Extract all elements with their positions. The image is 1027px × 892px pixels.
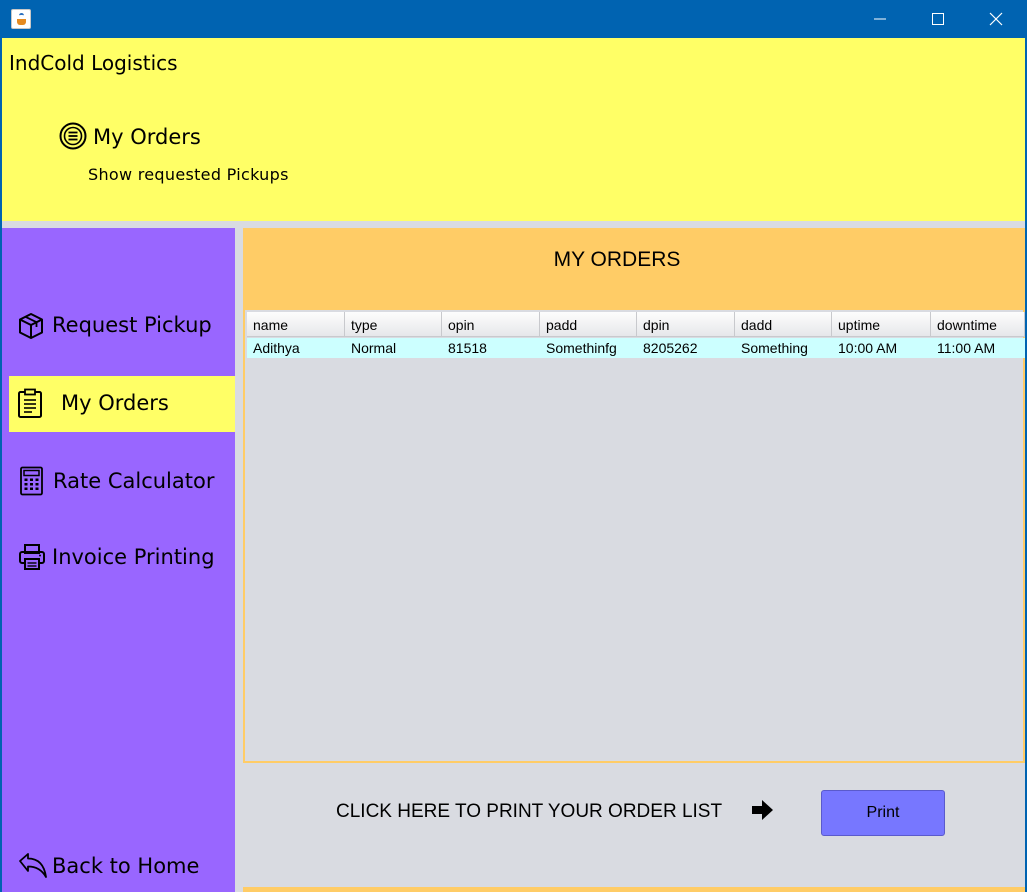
right-arrow-icon xyxy=(752,800,773,820)
table-cell: 10:00 AM xyxy=(838,340,898,356)
sidebar-item-rate-calculator[interactable]: Rate Calculator xyxy=(9,454,235,510)
java-app-icon[interactable] xyxy=(11,9,31,29)
app-name: IndCold Logistics xyxy=(9,51,178,75)
back-arrow-icon xyxy=(19,853,47,878)
table-cell: 8205262 xyxy=(643,340,698,356)
minimize-button[interactable] xyxy=(851,0,909,38)
clipboard-icon xyxy=(18,388,42,418)
bottom-accent-bar xyxy=(243,887,1025,892)
column-header-padd[interactable]: padd xyxy=(540,312,637,337)
divider xyxy=(2,221,1025,228)
panel-header: MY ORDERS xyxy=(243,228,1025,308)
column-header-dpin[interactable]: dpin xyxy=(637,312,735,337)
sidebar-item-my-orders[interactable]: My Orders xyxy=(9,376,235,432)
close-button[interactable] xyxy=(967,0,1025,38)
table-cell: 11:00 AM xyxy=(937,340,996,356)
table-cell: 81518 xyxy=(448,340,487,356)
column-header-name[interactable]: name xyxy=(247,312,345,337)
package-icon xyxy=(19,313,43,339)
page-title: MY ORDERS xyxy=(553,248,681,271)
maximize-icon xyxy=(932,13,944,25)
title-bar xyxy=(0,0,1027,38)
table-cell: Normal xyxy=(351,340,397,356)
printer-icon xyxy=(19,544,45,570)
calculator-icon xyxy=(20,466,43,496)
sidebar-item-invoice-printing[interactable]: Invoice Printing xyxy=(9,530,235,586)
column-header-uptime[interactable]: uptime xyxy=(832,312,931,337)
table-cell: Somethinfg xyxy=(546,340,617,356)
table-row[interactable]: Adithya Normal 81518 Somethinfg 8205262 … xyxy=(247,338,1025,358)
list-circle-icon xyxy=(59,122,87,150)
print-button[interactable]: Print xyxy=(821,790,945,836)
sidebar-item-request-pickup[interactable]: Request Pickup xyxy=(9,298,235,354)
close-icon xyxy=(989,12,1003,26)
section-subtitle: Show requested Pickups xyxy=(88,165,289,184)
maximize-button[interactable] xyxy=(909,0,967,38)
orders-table[interactable]: name type opin padd dpin dadd uptime dow… xyxy=(243,308,1025,763)
back-to-home-link[interactable]: Back to Home xyxy=(9,840,235,892)
table-header: name type opin padd dpin dadd uptime dow… xyxy=(247,312,1025,337)
sidebar: Request Pickup My Orders Rate Calculator xyxy=(2,228,235,892)
table-cell: Adithya xyxy=(253,340,300,356)
sidebar-item-label: Request Pickup xyxy=(52,313,212,337)
column-header-opin[interactable]: opin xyxy=(442,312,540,337)
sidebar-item-label: My Orders xyxy=(61,391,169,415)
sidebar-item-label: Back to Home xyxy=(52,854,200,878)
column-header-type[interactable]: type xyxy=(345,312,442,337)
app-header: IndCold Logistics My Orders Show request… xyxy=(2,38,1025,221)
section-title: My Orders xyxy=(93,125,201,149)
sidebar-item-label: Rate Calculator xyxy=(53,469,215,493)
column-header-downtime[interactable]: downtime xyxy=(931,312,1025,337)
sidebar-item-label: Invoice Printing xyxy=(52,545,215,569)
main-panel: MY ORDERS name type opin padd dpin dadd … xyxy=(235,228,1025,892)
table-cell: Something xyxy=(741,340,808,356)
column-header-dadd[interactable]: dadd xyxy=(735,312,832,337)
minimize-icon xyxy=(874,18,886,20)
print-hint-text: CLICK HERE TO PRINT YOUR ORDER LIST xyxy=(336,801,723,822)
